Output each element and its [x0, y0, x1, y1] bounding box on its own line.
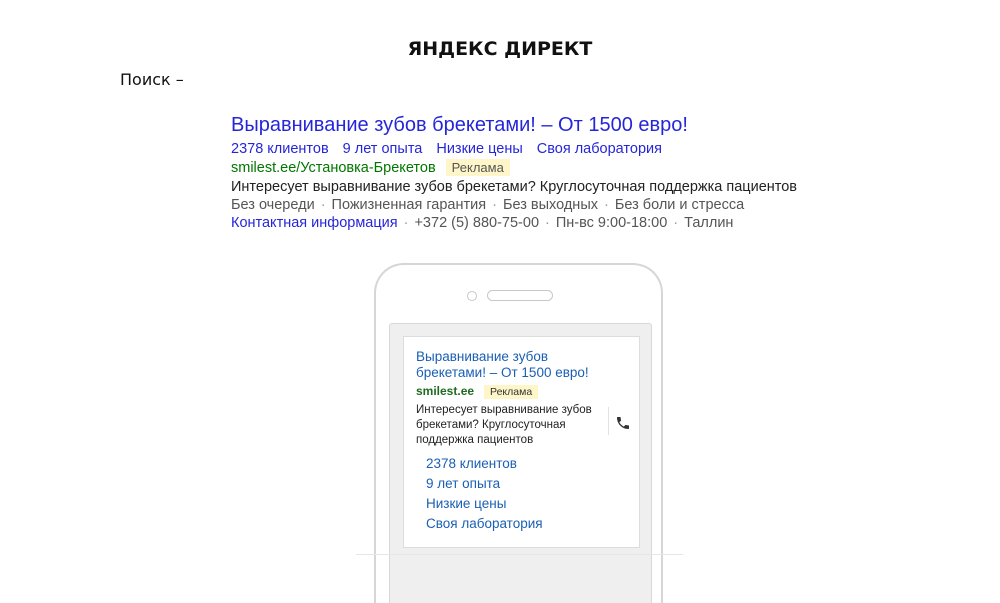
contact-phone: +372 (5) 880-75-00	[414, 215, 540, 231]
ad-description: Интересует выравнивание зубов брекетами?…	[231, 179, 798, 195]
contact-city: Таллин	[684, 215, 734, 231]
mobile-sitelink[interactable]: Своя лаборатория	[426, 514, 543, 534]
separator: ·	[545, 215, 550, 231]
feature-item: Без очереди	[231, 197, 315, 213]
mobile-sitelinks: 2378 клиентов 9 лет опыта Низкие цены Св…	[426, 454, 543, 534]
ad-contact-row: Контактная информация · +372 (5) 880-75-00…	[231, 214, 851, 232]
mobile-sitelink[interactable]: 9 лет опыта	[426, 474, 543, 494]
phone-mockup: Выравнивание зубов брекетами! – От 1500 …	[374, 263, 663, 603]
divider	[608, 407, 609, 435]
feature-item: Без выходных	[502, 197, 598, 213]
document-title: ЯНДЕКС ДИРЕКТ	[407, 38, 593, 60]
divider	[356, 554, 683, 555]
mobile-sitelink[interactable]: 2378 клиентов	[426, 454, 543, 474]
ad-sitelinks: 2378 клиентов 9 лет опыта Низкие цены Своя …	[231, 140, 851, 158]
separator: ·	[403, 215, 409, 231]
sitelink[interactable]: 2378 клиентов	[231, 141, 329, 157]
desktop-ad: Выравнивание зубов брекетами! – От 1500 …	[231, 113, 851, 232]
phone-icon[interactable]	[615, 415, 631, 431]
speaker-icon	[487, 290, 553, 301]
sitelink[interactable]: Низкие цены	[436, 141, 522, 157]
phone-screen: Выравнивание зубов брекетами! – От 1500 …	[389, 323, 652, 603]
sitelink[interactable]: Своя лаборатория	[537, 141, 662, 157]
sitelink[interactable]: 9 лет опыта	[343, 141, 423, 157]
mobile-ad-title-link[interactable]: Выравнивание зубов брекетами! – От 1500 …	[416, 349, 616, 381]
camera-icon	[467, 291, 477, 301]
separator: ·	[320, 197, 326, 213]
search-section-label: Поиск –	[120, 70, 184, 89]
mobile-ad-badge: Реклама	[484, 385, 539, 399]
ad-features: Без очереди · Пожизненная гарантия · Без вых…	[231, 196, 851, 214]
ad-display-url[interactable]: smilest.ee/Установка-Брекетов	[231, 160, 436, 176]
ad-badge: Реклама	[445, 159, 510, 176]
feature-item: Без боли и стресса	[614, 197, 745, 213]
separator: ·	[604, 197, 609, 213]
ad-url-row: smilest.ee/Установка-Брекетов Реклама	[231, 158, 851, 178]
separator: ·	[492, 197, 497, 213]
mobile-ad-card: Выравнивание зубов брекетами! – От 1500 …	[403, 336, 640, 548]
contact-hours: Пн-вс 9:00-18:00	[555, 215, 668, 231]
contact-info-link[interactable]: Контактная информация	[231, 215, 398, 231]
mobile-ad-display-url[interactable]: smilest.ee	[416, 384, 474, 398]
ad-title-link[interactable]: Выравнивание зубов брекетами! – От 1500 …	[231, 113, 851, 137]
separator: ·	[673, 215, 679, 231]
mobile-ad-description: Интересует выравнивание зубов брекетами?…	[416, 404, 592, 446]
mobile-sitelink[interactable]: Низкие цены	[426, 494, 543, 514]
mobile-ad-url-row: smilest.ee Реклама	[416, 383, 539, 399]
feature-item: Пожизненная гарантия	[331, 197, 487, 213]
